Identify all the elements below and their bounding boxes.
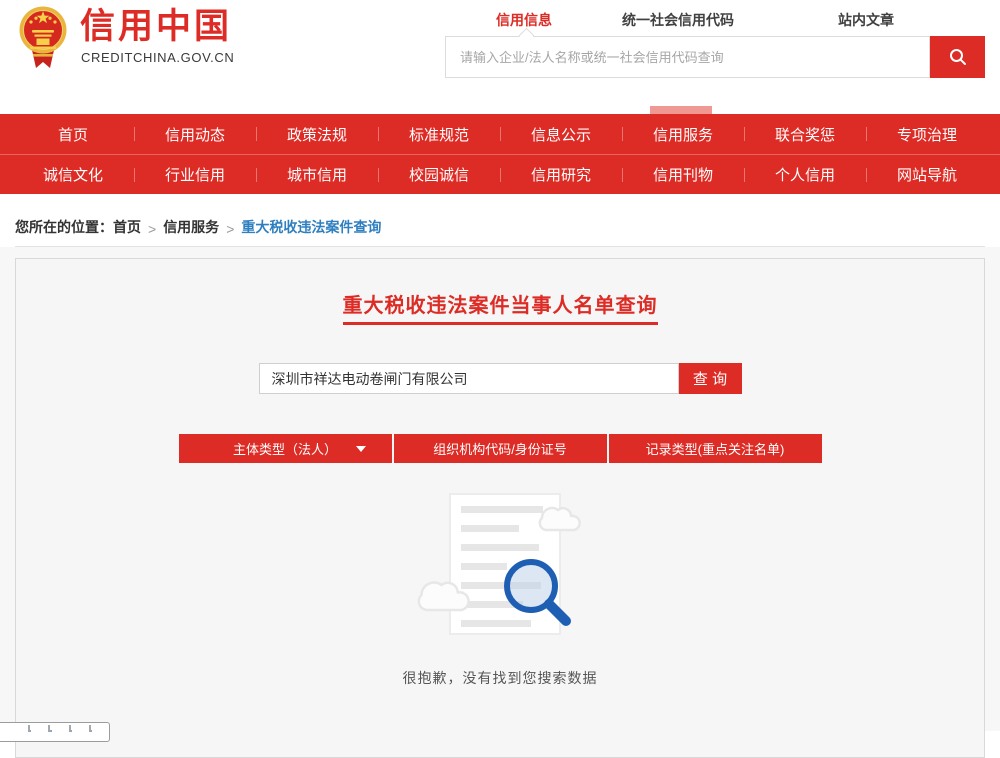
header-search-input[interactable]: [445, 36, 930, 78]
tab-site-articles[interactable]: 站内文章: [838, 10, 894, 30]
breadcrumb-credit-services[interactable]: 信用服务: [163, 217, 219, 237]
site-title: 信用中国: [80, 8, 232, 47]
header-search: [445, 36, 985, 78]
main-nav: 首页 信用动态 政策法规 标准规范 信息公示 信用服务 联合奖惩 专项治理 诚信…: [0, 114, 1000, 194]
filter-org-code[interactable]: 组织机构代码/身份证号: [394, 434, 607, 463]
empty-state-illustration: [395, 486, 605, 646]
nav-item-industry-credit[interactable]: 行业信用: [134, 155, 256, 194]
nav-row-2: 诚信文化 行业信用 城市信用 校园诚信 信用研究 信用刊物 个人信用 网站导航: [0, 154, 1000, 194]
filter-subject-type-label: 主体类型（法人）: [233, 439, 337, 458]
search-icon: [948, 47, 968, 67]
caret-down-icon: [356, 446, 366, 452]
filter-row: 主体类型（法人） 组织机构代码/身份证号 记录类型(重点关注名单): [16, 434, 984, 463]
logo[interactable]: 信用中国 CREDITCHINA.GOV.CN: [0, 0, 280, 100]
active-nav-indicator: [650, 106, 712, 114]
cutoff-widget[interactable]: [0, 722, 110, 742]
breadcrumb-bar: 您所在的位置： 首页 > 信用服务 > 重大税收违法案件查询: [0, 194, 1000, 247]
nav-item-joint-rewards-punishments[interactable]: 联合奖惩: [744, 114, 866, 154]
content-panel: 重大税收违法案件当事人名单查询 查 询 主体类型（法人） 组织机构代码/身份证号…: [15, 258, 985, 758]
nav-item-credit-news[interactable]: 信用动态: [134, 114, 256, 154]
filter-subject-type[interactable]: 主体类型（法人）: [179, 434, 392, 463]
page-title: 重大税收违法案件当事人名单查询: [343, 289, 658, 325]
tab-unified-social-credit-code[interactable]: 统一社会信用代码: [622, 10, 734, 30]
nav-item-standards[interactable]: 标准规范: [378, 114, 500, 154]
nav-item-home[interactable]: 首页: [12, 114, 134, 154]
nav-item-credit-services[interactable]: 信用服务: [622, 114, 744, 154]
filter-org-code-label: 组织机构代码/身份证号: [433, 439, 567, 458]
nav-item-integrity-culture[interactable]: 诚信文化: [12, 155, 134, 194]
filter-record-type[interactable]: 记录类型(重点关注名单): [609, 434, 822, 463]
nav-item-campus-integrity[interactable]: 校园诚信: [378, 155, 500, 194]
tab-credit-info[interactable]: 信用信息: [496, 10, 552, 30]
breadcrumb-prefix: 您所在的位置：: [15, 217, 113, 237]
national-emblem-icon: [17, 4, 69, 72]
filter-record-type-label: 记录类型(重点关注名单): [646, 439, 785, 458]
nav-item-credit-research[interactable]: 信用研究: [500, 155, 622, 194]
nav-item-policies[interactable]: 政策法规: [256, 114, 378, 154]
nav-item-city-credit[interactable]: 城市信用: [256, 155, 378, 194]
nav-item-site-map[interactable]: 网站导航: [866, 155, 988, 194]
query-button[interactable]: 查 询: [679, 363, 742, 394]
breadcrumb-separator: >: [148, 221, 156, 237]
query-row: 查 询: [16, 363, 984, 394]
breadcrumb-home[interactable]: 首页: [113, 217, 141, 237]
breadcrumb-current[interactable]: 重大税收违法案件查询: [241, 217, 381, 237]
site-domain: CREDITCHINA.GOV.CN: [81, 50, 234, 65]
site-header: 信用中国 CREDITCHINA.GOV.CN 信用信息 统一社会信用代码 站内…: [0, 0, 1000, 114]
nav-item-special-governance[interactable]: 专项治理: [866, 114, 988, 154]
nav-row-1: 首页 信用动态 政策法规 标准规范 信息公示 信用服务 联合奖惩 专项治理: [0, 114, 1000, 154]
breadcrumb-separator: >: [226, 221, 234, 237]
empty-message: 很抱歉，没有找到您搜索数据: [16, 668, 984, 688]
company-query-input[interactable]: [259, 363, 679, 394]
nav-item-info-disclosure[interactable]: 信息公示: [500, 114, 622, 154]
header-search-button[interactable]: [930, 36, 985, 78]
nav-item-credit-publications[interactable]: 信用刊物: [622, 155, 744, 194]
breadcrumb: 您所在的位置： 首页 > 信用服务 > 重大税收违法案件查询: [15, 194, 985, 247]
nav-item-personal-credit[interactable]: 个人信用: [744, 155, 866, 194]
